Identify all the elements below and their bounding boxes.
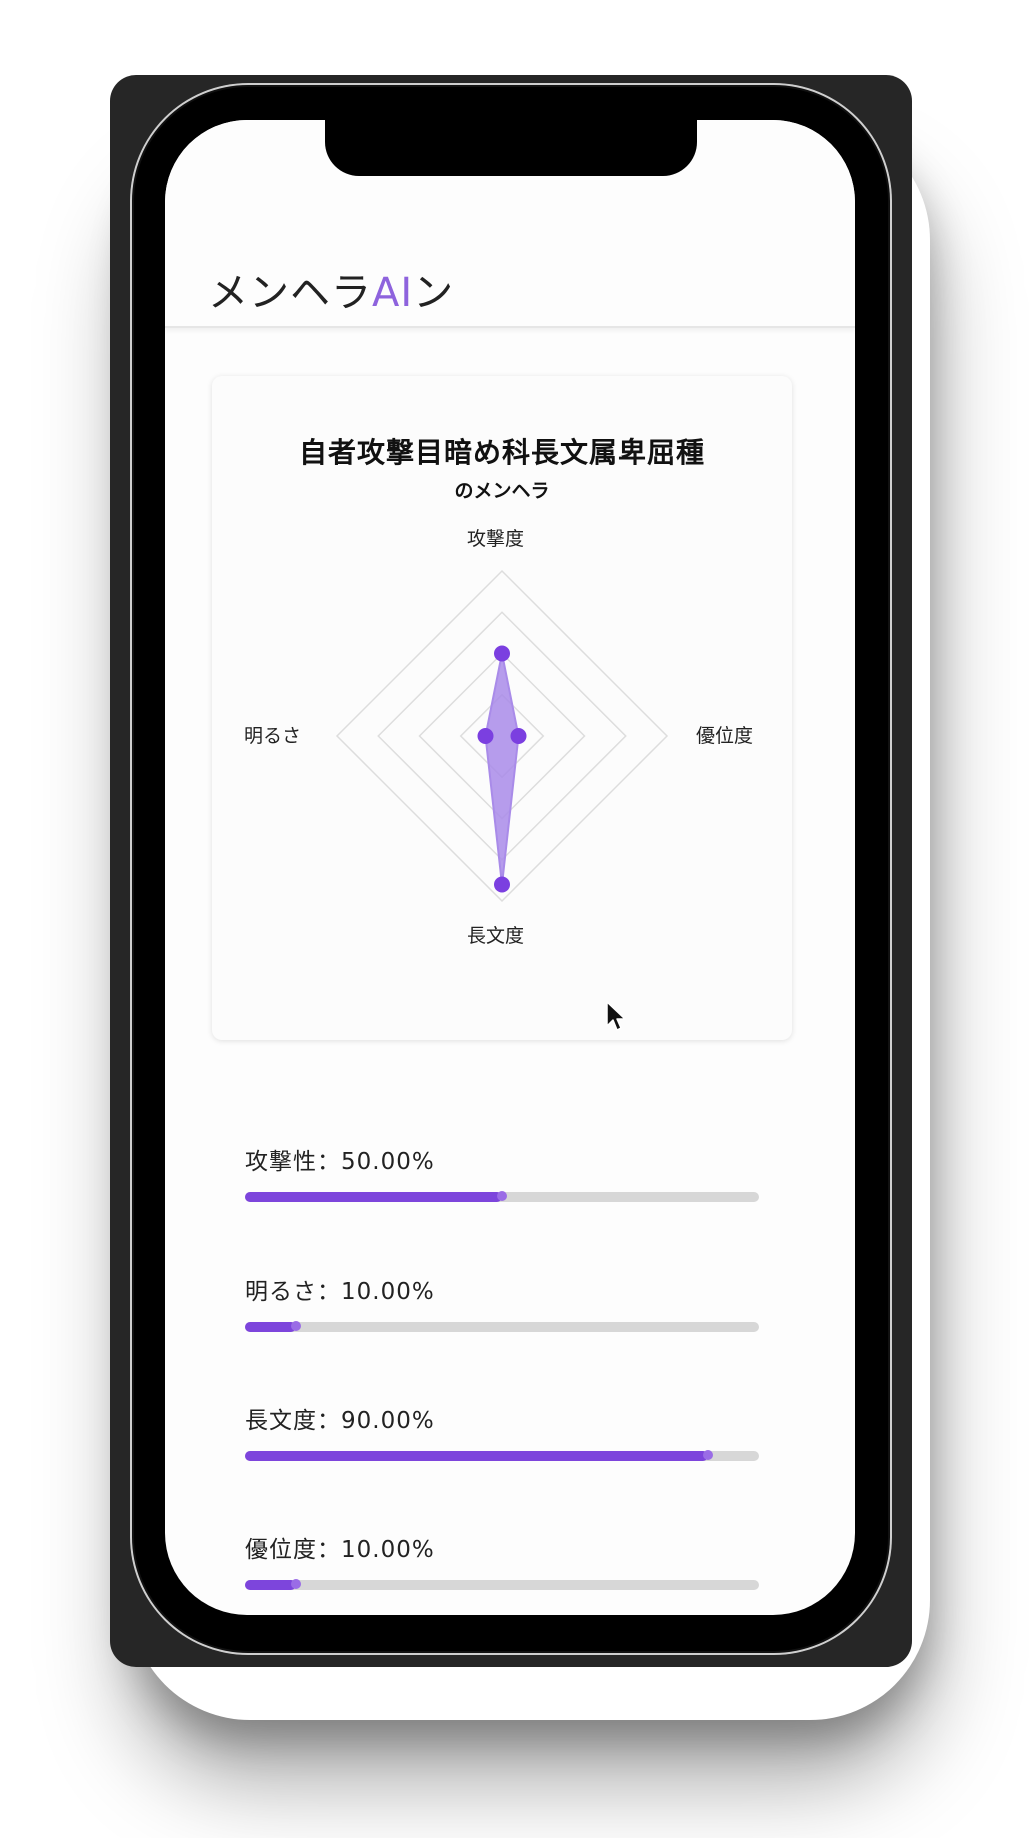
stat-superiority: 優位度：10.00% — [245, 1530, 759, 1590]
stat-brightness: 明るさ：10.00% — [245, 1272, 759, 1332]
stat-bar-track — [245, 1321, 759, 1332]
stat-bar-knob[interactable] — [291, 1579, 302, 1589]
radar-point-1 — [510, 728, 527, 744]
stat-label: 攻撃性：50.00% — [245, 1149, 435, 1175]
radar-point-2 — [494, 876, 510, 893]
stat-bar-fill — [245, 1451, 708, 1461]
radar-axis-label-length: 長文度 — [467, 925, 525, 947]
result-card: 自者攻撃目暗め科長文属卑屈種 のメンヘラ 攻撃度 優位度 長文度 明るさ — [212, 376, 792, 1040]
stat-label: 優位度：10.00% — [245, 1537, 435, 1563]
radar-point-0 — [494, 645, 510, 662]
stat-bar-track — [245, 1450, 759, 1461]
stat-bar-track — [245, 1579, 759, 1590]
stat-bar-track — [245, 1191, 759, 1202]
radar-axis-label-attack: 攻撃度 — [467, 528, 525, 550]
radar-axis-label-superiority: 優位度 — [696, 725, 754, 747]
app-title[interactable]: メンヘラAIン — [208, 260, 454, 318]
stat-length: 長文度：90.00% — [245, 1401, 759, 1461]
stat-bar-knob[interactable] — [497, 1191, 507, 1201]
stat-bar-fill — [245, 1580, 297, 1590]
stat-bar-fill — [245, 1322, 297, 1332]
stat-bar-fill — [245, 1192, 502, 1202]
stat-label: 明るさ：10.00% — [245, 1279, 435, 1305]
radar-data-area — [484, 653, 520, 885]
radar-axis-label-brightness: 明るさ — [244, 725, 302, 747]
app-title-suffix: ン — [413, 270, 455, 316]
stat-attack: 攻撃性：50.00% — [245, 1142, 759, 1202]
stat-label: 長文度：90.00% — [245, 1408, 435, 1434]
phone-screen: メンヘラAIン 自者攻撃目暗め科長文属卑屈種 のメンヘラ 攻撃度 優位度 長文度… — [165, 120, 855, 1615]
stat-bar-knob[interactable] — [291, 1321, 302, 1331]
phone-notch — [325, 120, 697, 176]
radar-point-3 — [477, 728, 494, 744]
stage: メンヘラAIン 自者攻撃目暗め科長文属卑屈種 のメンヘラ 攻撃度 優位度 長文度… — [0, 0, 1036, 1838]
mouse-pointer-icon — [606, 1001, 626, 1031]
app-title-accent: AI — [372, 270, 414, 316]
app-title-prefix: メンヘラ — [208, 270, 372, 316]
stat-bar-knob[interactable] — [702, 1450, 713, 1460]
